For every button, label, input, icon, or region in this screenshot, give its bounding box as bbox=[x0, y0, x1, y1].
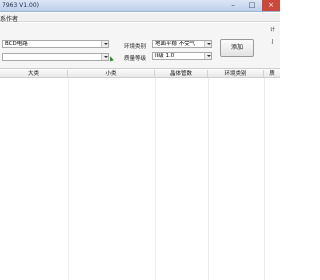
env-type-combo[interactable]: 地面平稳 不受气 bbox=[152, 40, 212, 48]
column-divider bbox=[155, 78, 156, 280]
window-title: 7963 V1.00) bbox=[2, 2, 39, 9]
table-header: 大类 小类 晶体管数 环境类别 质 bbox=[0, 70, 280, 78]
column-divider bbox=[208, 78, 209, 280]
chevron-down-icon[interactable] bbox=[101, 41, 108, 47]
menu-bar: 系作者 bbox=[0, 13, 280, 23]
chevron-down-icon[interactable] bbox=[204, 53, 211, 59]
menu-item-author[interactable]: 系作者 bbox=[0, 14, 18, 23]
side-text-top: 计 bbox=[270, 27, 276, 33]
column-header-env-type[interactable]: 环境类别 bbox=[208, 70, 264, 78]
minimize-icon[interactable]: – bbox=[224, 0, 242, 11]
chevron-down-icon[interactable] bbox=[204, 41, 211, 47]
quality-grade-label: 质量等级 bbox=[124, 56, 147, 62]
input-panel: BCD电路 环境类别 地面平稳 不受气 质量等级 II级 1.0 添加 计 J bbox=[0, 23, 280, 69]
component-table: 大类 小类 晶体管数 环境类别 质 bbox=[0, 70, 280, 280]
title-bar: 7963 V1.00) – □ × bbox=[0, 0, 280, 12]
column-header-transistor-count[interactable]: 晶体管数 bbox=[155, 70, 208, 78]
column-header-quality[interactable]: 质 bbox=[264, 70, 280, 78]
env-type-value: 地面平稳 不受气 bbox=[155, 41, 196, 47]
close-icon[interactable]: × bbox=[262, 0, 280, 11]
column-header-category[interactable]: 大类 bbox=[0, 70, 68, 78]
column-divider bbox=[68, 78, 69, 280]
side-text-mid: J bbox=[272, 39, 274, 45]
quality-grade-value: II级 1.0 bbox=[155, 53, 175, 59]
column-header-subcategory[interactable]: 小类 bbox=[68, 70, 155, 78]
env-type-label: 环境类别 bbox=[124, 44, 147, 50]
add-button[interactable]: 添加 bbox=[220, 39, 254, 57]
maximize-icon[interactable]: □ bbox=[243, 0, 261, 11]
quality-grade-combo[interactable]: II级 1.0 bbox=[152, 52, 212, 60]
component-type-value: BCD电路 bbox=[5, 41, 28, 47]
column-divider bbox=[264, 78, 265, 280]
component-subtype-combo[interactable] bbox=[2, 53, 109, 61]
chevron-down-icon[interactable] bbox=[101, 54, 108, 60]
component-type-combo[interactable]: BCD电路 bbox=[2, 40, 109, 48]
